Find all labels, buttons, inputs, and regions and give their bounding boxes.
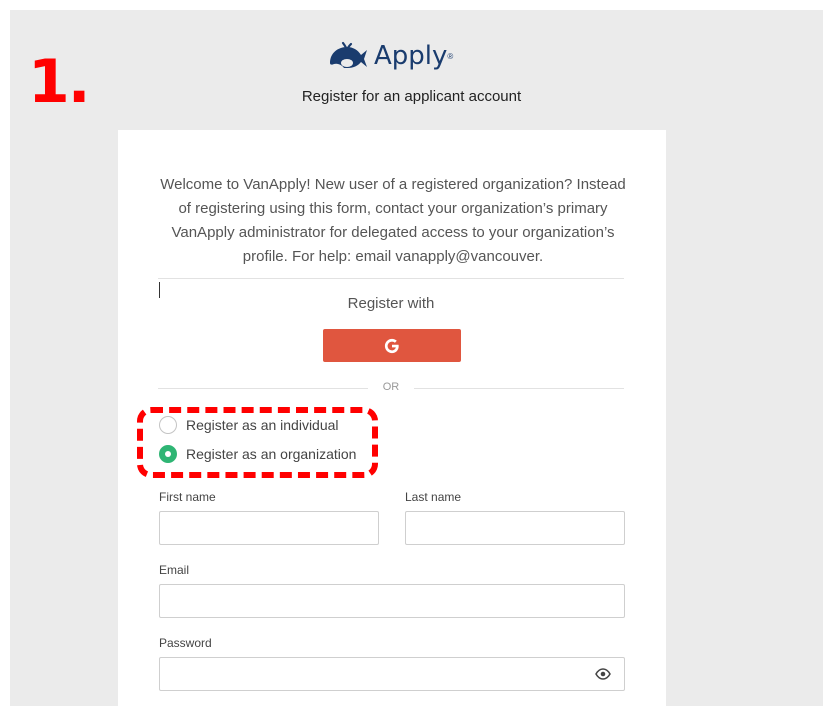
first-name-label: First name [159, 490, 216, 504]
last-name-label: Last name [405, 490, 462, 504]
vanapply-whale-icon [330, 41, 367, 68]
welcome-message: Welcome to VanApply! New user of a regis… [160, 176, 626, 265]
page-title: Register for an applicant account [301, 88, 522, 105]
first-name-field[interactable] [159, 511, 379, 545]
or-separator: OR [382, 381, 400, 393]
vanapply-logo: Apply ® [326, 36, 453, 76]
or-divider-right [414, 388, 624, 389]
google-sign-in-button[interactable] [323, 329, 461, 362]
email-field[interactable] [159, 584, 625, 618]
logo-registered-mark: ® [447, 51, 454, 61]
annotation-highlight-box [137, 407, 378, 478]
password-field[interactable] [159, 657, 625, 691]
email-label: Email [159, 563, 190, 577]
divider [158, 278, 624, 279]
google-g-icon [384, 338, 399, 353]
or-divider-left [158, 388, 368, 389]
register-with-label: Register with [347, 295, 435, 312]
eye-icon[interactable] [595, 666, 611, 682]
password-label: Password [159, 636, 212, 650]
last-name-field[interactable] [405, 511, 625, 545]
logo-text: Apply [374, 41, 448, 71]
